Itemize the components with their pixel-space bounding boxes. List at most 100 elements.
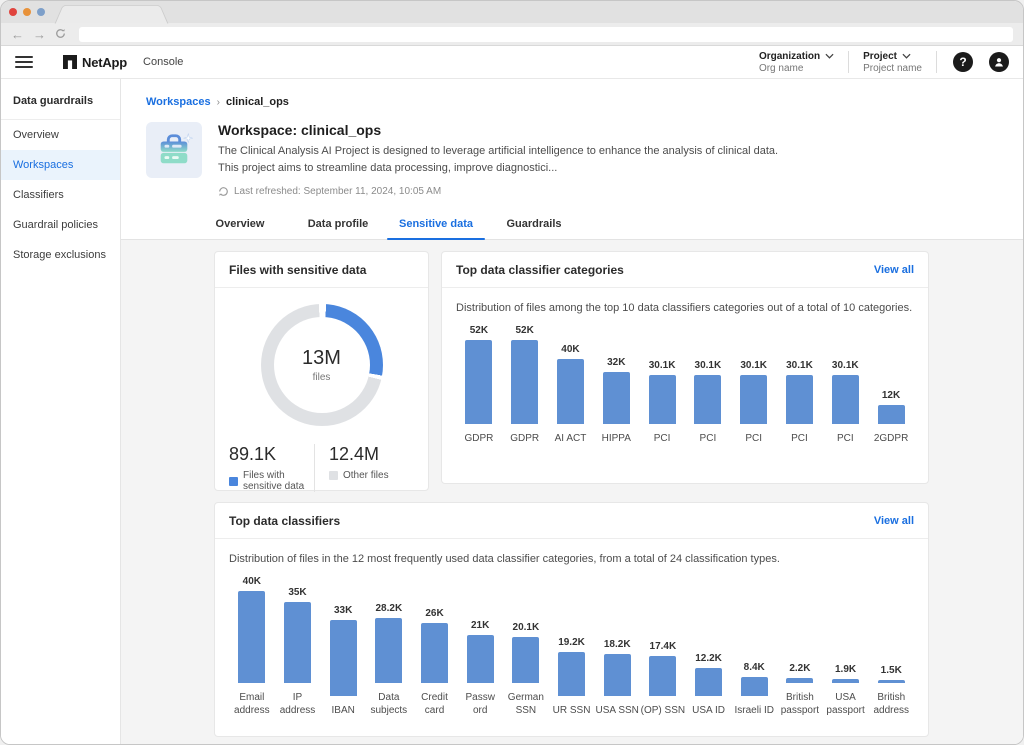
window-zoom-button[interactable] <box>37 8 45 16</box>
bar[interactable] <box>649 375 676 424</box>
bar-category-label: Email address <box>229 691 275 717</box>
workspace-description: The Clinical Analysis AI Project is desi… <box>218 143 798 177</box>
address-bar[interactable] <box>79 27 1013 42</box>
tab-data-profile[interactable]: Data profile <box>289 210 387 239</box>
bar-category-label: HIPPA <box>593 432 639 445</box>
window-close-button[interactable] <box>9 8 17 16</box>
sidebar-item-guardrail-policies[interactable]: Guardrail policies <box>1 210 120 240</box>
bar-column: 20.1KGerman SSN <box>503 575 549 717</box>
breadcrumb: Workspaces › clinical_ops <box>121 79 1023 108</box>
bar[interactable] <box>557 359 584 424</box>
bar-value-label: 17.4K <box>650 641 677 652</box>
bar-value-label: 40K <box>561 344 579 355</box>
bar[interactable] <box>604 654 631 696</box>
stat-value: 12.4M <box>329 444 414 465</box>
refresh-icon <box>218 186 229 197</box>
sidebar-item-overview[interactable]: Overview <box>1 120 120 150</box>
tab-overview[interactable]: Overview <box>191 210 289 239</box>
bar[interactable] <box>786 375 813 424</box>
browser-tab[interactable] <box>55 5 169 24</box>
bar[interactable] <box>603 372 630 424</box>
bar[interactable] <box>375 618 402 683</box>
bar[interactable] <box>740 375 767 424</box>
tab-sensitive-data[interactable]: Sensitive data <box>387 210 485 239</box>
bar-category-label: British address <box>868 691 914 717</box>
bar-column: 40KEmail address <box>229 575 275 717</box>
bar[interactable] <box>238 591 265 683</box>
bar-category-label: USA SSN <box>594 704 640 717</box>
breadcrumb-separator-icon: › <box>217 97 220 108</box>
bar-column: 18.2KUSA SSN <box>594 588 640 717</box>
content-area: Files with sensitive data 13M files <box>121 240 1023 745</box>
bar-category-label: British passport <box>777 691 823 717</box>
bar-value-label: 33K <box>334 605 352 616</box>
bar[interactable] <box>832 375 859 424</box>
bar-category-label: Israeli ID <box>731 704 777 717</box>
bar[interactable] <box>465 340 492 424</box>
browser-navbar: ← → <box>1 23 1023 46</box>
window-minimize-button[interactable] <box>23 8 31 16</box>
bar-value-label: 21K <box>471 620 489 631</box>
bar-value-label: 35K <box>288 587 306 598</box>
card-title: Files with sensitive data <box>229 263 366 277</box>
breadcrumb-workspaces-link[interactable]: Workspaces <box>146 96 211 108</box>
bar-column: 28.2KData subjects <box>366 575 412 717</box>
view-all-link[interactable]: View all <box>874 515 914 527</box>
organization-switcher[interactable]: Organization Org name <box>745 51 848 74</box>
bar-category-label: USA passport <box>823 691 869 717</box>
bar-value-label: 28.2K <box>376 603 403 614</box>
bar[interactable] <box>832 679 859 683</box>
bar[interactable] <box>511 340 538 424</box>
menu-icon[interactable] <box>15 56 33 68</box>
bar-column: 52KGDPR <box>502 324 548 445</box>
forward-button[interactable]: → <box>33 28 46 41</box>
breadcrumb-current: clinical_ops <box>226 96 289 108</box>
bar-value-label: 1.5K <box>881 665 902 676</box>
bar-category-label: IBAN <box>320 704 366 717</box>
bar-column: 32KHIPPA <box>593 324 639 445</box>
bar[interactable] <box>786 678 813 683</box>
back-button[interactable]: ← <box>11 28 24 41</box>
sidebar-item-storage-exclusions[interactable]: Storage exclusions <box>1 240 120 270</box>
view-all-link[interactable]: View all <box>874 264 914 276</box>
bar[interactable] <box>421 623 448 683</box>
stat-sensitive-files: 89.1K Files with sensitive data <box>229 444 314 492</box>
bar-value-label: 52K <box>470 325 488 336</box>
bar[interactable] <box>878 405 905 424</box>
sidebar-item-classifiers[interactable]: Classifiers <box>1 180 120 210</box>
legend-label: Other files <box>343 470 389 481</box>
last-refreshed: Last refreshed: September 11, 2024, 10:0… <box>234 186 441 197</box>
bar[interactable] <box>694 375 721 424</box>
user-icon <box>993 56 1005 68</box>
help-button[interactable]: ? <box>953 52 973 72</box>
bar[interactable] <box>741 677 768 696</box>
bar[interactable] <box>330 620 357 696</box>
bar-category-label: IP address <box>275 691 321 717</box>
chevron-down-icon <box>825 53 834 59</box>
bar-value-label: 19.2K <box>558 637 585 648</box>
bar[interactable] <box>695 668 722 696</box>
bar-category-label: GDPR <box>502 432 548 445</box>
stat-other-files: 12.4M Other files <box>314 444 414 492</box>
bar[interactable] <box>467 635 494 683</box>
bar-value-label: 2.2K <box>789 663 810 674</box>
refresh-icon[interactable] <box>55 28 66 41</box>
bar-category-label: AI ACT <box>548 432 594 445</box>
bar-column: 17.4K (OP) SSN <box>640 588 686 717</box>
sidebar-title: Data guardrails <box>1 79 120 120</box>
donut-chart[interactable]: 13M files <box>261 304 383 426</box>
netapp-logo: NetApp <box>63 55 127 70</box>
bar[interactable] <box>284 602 311 683</box>
bar[interactable] <box>512 637 539 683</box>
workspace-icon <box>146 122 202 178</box>
tab-guardrails[interactable]: Guardrails <box>485 210 583 239</box>
project-switcher[interactable]: Project Project name <box>849 51 936 74</box>
bar[interactable] <box>558 652 585 696</box>
main-area: Workspaces › clinical_ops <box>121 79 1023 745</box>
sidebar-item-workspaces[interactable]: Workspaces <box>1 150 120 180</box>
profile-button[interactable] <box>989 52 1009 72</box>
bar[interactable] <box>649 656 676 696</box>
bar-value-label: 30.1K <box>832 360 859 371</box>
bar[interactable] <box>878 680 905 683</box>
bar-category-label: (OP) SSN <box>640 704 686 717</box>
